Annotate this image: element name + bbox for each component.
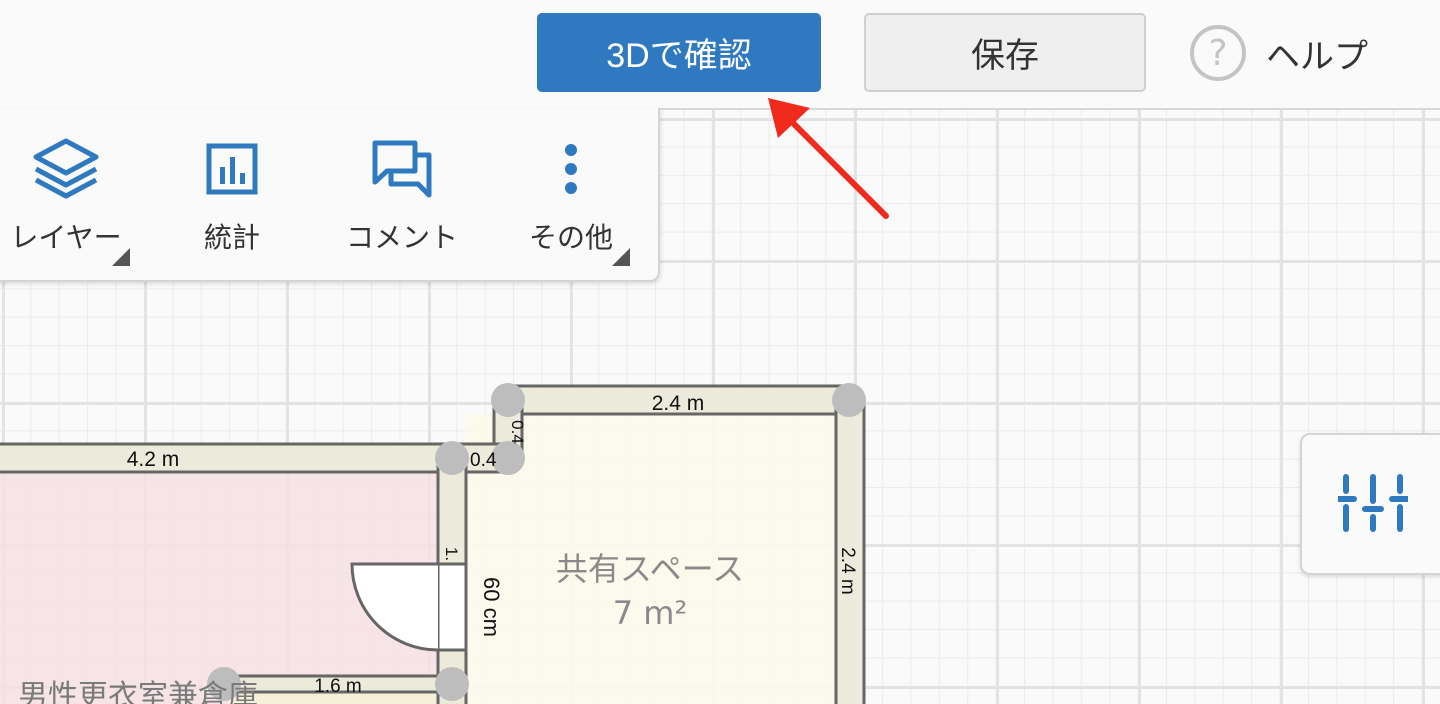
annotation-arrow [768,98,889,219]
